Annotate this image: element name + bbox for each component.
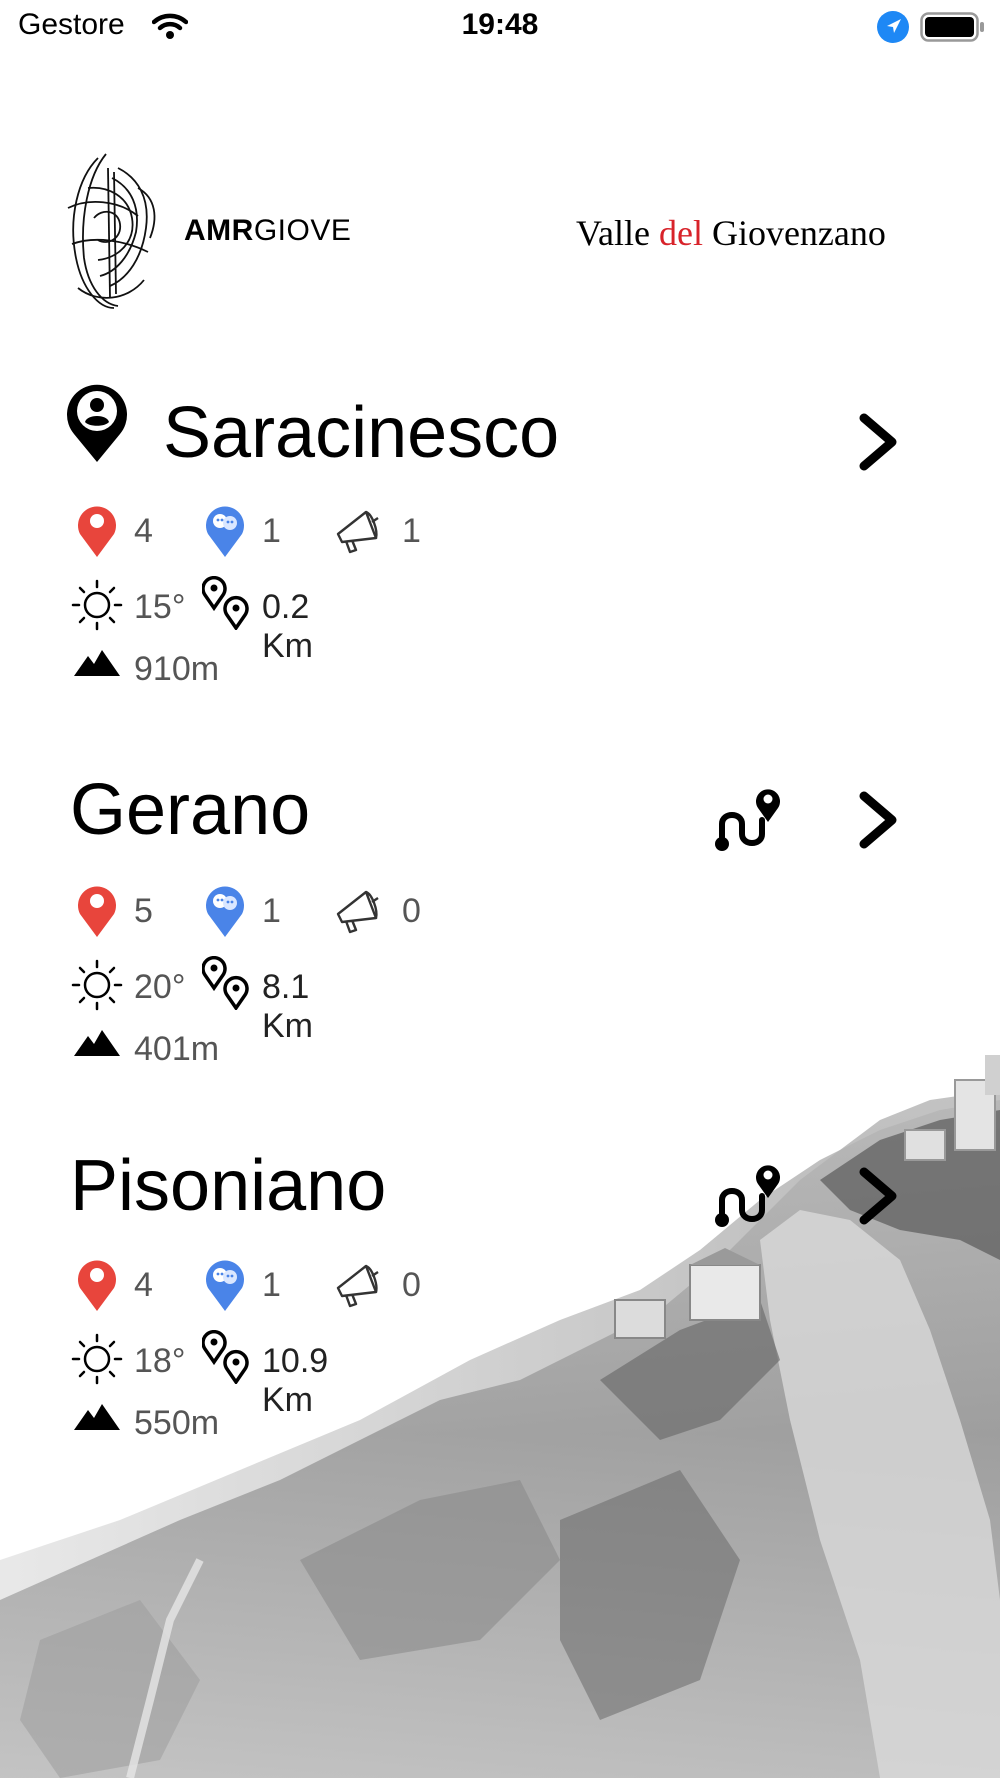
current-location-pin-icon — [66, 380, 128, 469]
amrgiove-logo-text: AMRGIOVE — [184, 214, 351, 248]
announcement-count: 0 — [402, 892, 421, 930]
theatre-count: 1 — [262, 1266, 281, 1304]
temperature: 20° — [134, 968, 186, 1006]
theatre-masks-pin-icon — [204, 882, 246, 943]
route-icon[interactable] — [710, 784, 786, 859]
region-title-part-3: Giovenzano — [702, 213, 886, 253]
chevron-right-icon[interactable] — [854, 1166, 902, 1231]
place-item[interactable]: Saracinesco 4 1 1 15° 0.2 Km 910m — [0, 370, 1000, 690]
sun-icon — [70, 958, 124, 1017]
chevron-right-icon[interactable] — [854, 412, 902, 477]
place-item[interactable]: Pisoniano 4 1 0 18° 10.9 Km 550m — [0, 1136, 1000, 1446]
map-pin-red-icon — [76, 502, 118, 563]
location-services-icon — [876, 10, 910, 49]
sun-icon — [70, 578, 124, 637]
megaphone-icon — [332, 1258, 384, 1315]
pin-count: 5 — [134, 892, 153, 930]
region-title-part-1: Valle — [576, 213, 659, 253]
region-title: Valle del Giovenzano — [576, 212, 886, 254]
logo-text-light: GIOVE — [253, 214, 352, 247]
theatre-count: 1 — [262, 892, 281, 930]
map-pin-red-icon — [76, 1256, 118, 1317]
altitude: 401m — [134, 1030, 220, 1068]
mountain-icon — [74, 648, 120, 683]
pin-count: 4 — [134, 512, 153, 550]
pin-count: 4 — [134, 1266, 153, 1304]
announcement-count: 0 — [402, 1266, 421, 1304]
battery-icon — [920, 12, 986, 47]
mountain-icon — [74, 1402, 120, 1437]
theatre-masks-pin-icon — [204, 502, 246, 563]
distance: 10.9 Km — [262, 1342, 329, 1419]
distance: 8.1 Km — [262, 968, 313, 1045]
status-bar: Gestore 19:48 — [0, 0, 1000, 56]
place-name: Pisoniano — [70, 1146, 387, 1226]
theatre-count: 1 — [262, 512, 281, 550]
temperature: 15° — [134, 588, 186, 626]
altitude: 910m — [134, 650, 220, 688]
chevron-right-icon[interactable] — [854, 790, 902, 855]
place-name: Saracinesco — [163, 393, 560, 473]
altitude: 550m — [134, 1404, 220, 1442]
amrgiove-logo-icon — [58, 148, 162, 319]
distance-pins-icon — [201, 1329, 250, 1389]
place-name: Gerano — [70, 770, 311, 850]
place-item[interactable]: Gerano 5 1 0 20° 8.1 Km 401m — [0, 760, 1000, 1070]
logo-text-bold: AMR — [184, 214, 254, 247]
sun-icon — [70, 1332, 124, 1391]
mountain-icon — [74, 1028, 120, 1063]
distance-pins-icon — [201, 575, 250, 635]
route-icon[interactable] — [710, 1160, 786, 1235]
megaphone-icon — [332, 504, 384, 561]
distance-pins-icon — [201, 955, 250, 1015]
map-pin-red-icon — [76, 882, 118, 943]
theatre-masks-pin-icon — [204, 1256, 246, 1317]
status-time: 19:48 — [461, 8, 539, 41]
announcement-count: 1 — [402, 512, 421, 550]
megaphone-icon — [332, 884, 384, 941]
temperature: 18° — [134, 1342, 186, 1380]
distance: 0.2 Km — [262, 588, 313, 665]
region-title-part-2: del — [658, 213, 703, 253]
